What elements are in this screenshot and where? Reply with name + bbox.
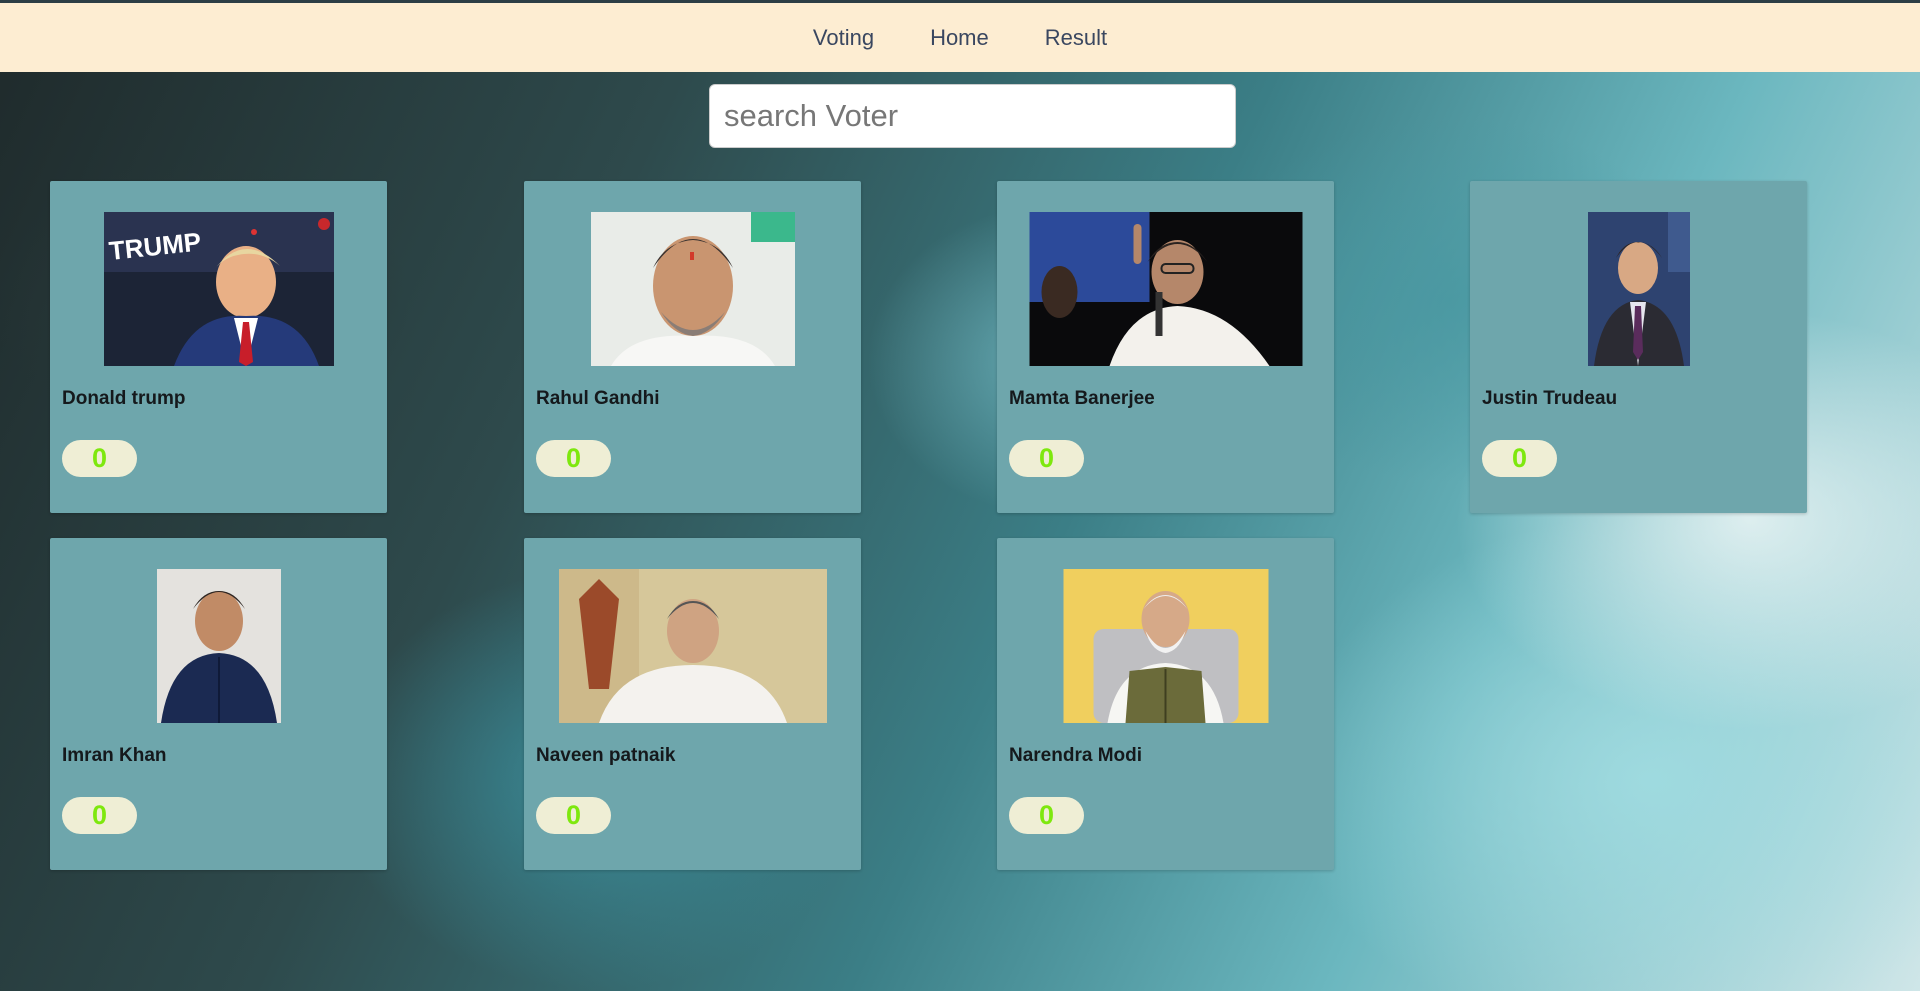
vote-count-button[interactable]: 0 [1009, 440, 1084, 477]
nav-result-link[interactable]: Result [1017, 25, 1135, 51]
candidate-card: Narendra Modi 0 [997, 538, 1334, 870]
vote-count-button[interactable]: 0 [536, 440, 611, 477]
nav-home-link[interactable]: Home [902, 25, 1017, 51]
candidate-card: Mamta Banerjee 0 [997, 181, 1334, 513]
search-voter-input[interactable] [709, 84, 1236, 148]
candidate-card: Rahul Gandhi 0 [524, 181, 861, 513]
candidate-card: Justin Trudeau 0 [1470, 181, 1807, 513]
candidate-photo [1587, 212, 1690, 366]
candidate-card: Imran Khan 0 [50, 538, 387, 870]
candidate-photo [558, 569, 827, 723]
vote-count-button[interactable]: 0 [62, 440, 137, 477]
vote-count-button[interactable]: 0 [62, 797, 137, 834]
candidate-photo [590, 212, 795, 366]
candidate-name: Mamta Banerjee [1009, 388, 1155, 409]
vote-count-button[interactable]: 0 [536, 797, 611, 834]
vote-count-button[interactable]: 0 [1009, 797, 1084, 834]
search-container [709, 84, 1236, 148]
nav-voting-link[interactable]: Voting [785, 25, 902, 51]
candidate-card: Naveen patnaik 0 [524, 538, 861, 870]
candidate-name: Rahul Gandhi [536, 388, 660, 409]
top-navbar: Voting Home Result [0, 0, 1920, 72]
candidate-photo [156, 569, 281, 723]
candidate-card: TRUMP Donald trump 0 [50, 181, 387, 513]
candidate-photo [1063, 569, 1268, 723]
candidate-photo: TRUMP [103, 212, 334, 366]
candidate-photo [1029, 212, 1302, 366]
candidate-name: Donald trump [62, 388, 186, 409]
candidate-name: Justin Trudeau [1482, 388, 1618, 409]
candidate-name: Narendra Modi [1009, 745, 1143, 766]
candidate-name: Naveen patnaik [536, 745, 676, 766]
candidate-name: Imran Khan [62, 745, 167, 766]
vote-count-button[interactable]: 0 [1482, 440, 1557, 477]
